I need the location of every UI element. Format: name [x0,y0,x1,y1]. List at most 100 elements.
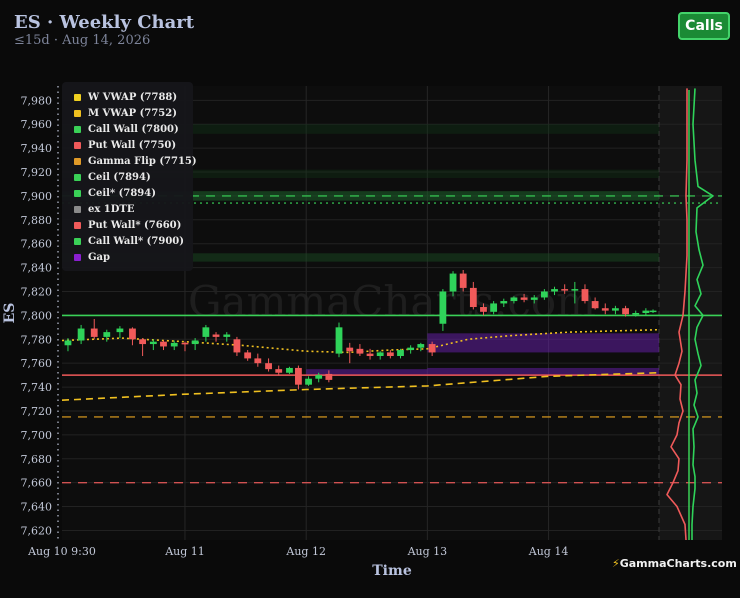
x-tick-label: Aug 12 [285,545,326,558]
y-tick-label: 7,920 [21,166,53,179]
x-tick-label: Aug 11 [164,545,205,558]
legend-label: Call Wall* (7900) [88,235,184,247]
legend-swatch [74,173,81,181]
y-tick-label: 7,760 [21,357,53,370]
legend-label: ex 1DTE [88,203,135,215]
x-axis-label: Time [372,563,412,579]
y-tick-label: 7,960 [21,118,53,131]
candle-body [459,273,467,288]
candle-body [540,291,548,298]
candle-body [139,339,146,345]
profile-background [659,86,722,540]
candle-body [571,289,579,291]
candle-body [356,348,364,354]
candle-body [649,310,657,313]
candle-body [612,308,619,311]
y-tick-label: 7,860 [21,238,53,251]
candle-body [601,308,609,311]
candle-body [366,353,374,357]
candle-body [325,373,333,380]
y-tick-label: 7,660 [21,477,53,490]
candle-body [500,301,508,304]
legend-item[interactable]: Put Wall (7750) [74,138,176,152]
candle-body [581,289,589,302]
legend-label: W VWAP (7788) [88,91,178,103]
candle-body [116,328,124,333]
candle-body [386,352,394,357]
legend-label: Gap [88,251,111,263]
candle-body [449,273,457,292]
candle-body [530,297,538,300]
legend-swatch [74,141,81,149]
y-tick-label: 7,780 [21,333,53,346]
legend-label: Put Wall* (7660) [88,219,182,231]
candle-body [212,334,220,337]
legend-swatch [74,221,81,229]
candle-body [551,289,558,292]
y-tick-label: 7,620 [21,524,53,537]
candle-body [480,307,487,312]
legend-label: Put Wall (7750) [88,139,177,151]
candle-body [286,367,293,373]
legend-item[interactable]: Ceil* (7894) [74,186,156,200]
candle-body [591,301,599,309]
candle-body [265,363,272,370]
candle-body [346,347,354,352]
candle-body [191,340,199,345]
gap-zone [306,369,428,376]
candle-body [202,327,210,337]
y-tick-label: 7,820 [21,285,53,298]
candle-body [642,310,650,313]
legend-item[interactable]: Put Wall* (7660) [74,218,181,232]
candle-body [223,334,231,337]
gap-zone [427,333,659,353]
candle-body [439,291,447,324]
x-tick-label: Aug 14 [528,545,569,558]
brand-logo: ⚡GammaCharts.com [612,557,737,570]
legend-swatch [74,93,81,101]
brand-icon: ⚡ [612,557,620,570]
candle-body [295,367,302,385]
y-tick-label: 7,880 [21,214,53,227]
legend-label: Ceil (7894) [88,171,151,183]
legend-swatch [74,125,81,133]
legend-swatch [74,189,81,197]
candle-body [181,342,189,345]
legend-label: Call Wall (7800) [88,123,179,135]
legend-item[interactable]: Ceil (7894) [74,170,151,184]
candle-body [90,328,98,337]
y-tick-label: 7,700 [21,429,53,442]
y-tick-label: 7,740 [21,381,53,394]
candle-body [490,303,498,312]
candle-body [335,327,343,354]
candle-body [561,289,569,291]
y-tick-label: 7,840 [21,262,53,275]
gap-zone [427,367,659,376]
legend-item[interactable]: Gap [74,250,110,264]
candle-body [64,340,72,346]
candle-body [520,297,528,300]
candle-body [428,344,436,353]
legend-label: M VWAP (7752) [88,107,177,119]
legend-item[interactable]: Gamma Flip (7715) [74,154,197,168]
legend-item[interactable]: ex 1DTE [74,202,135,216]
legend-item[interactable]: M VWAP (7752) [74,106,177,120]
candle-body [376,352,384,357]
legend-item[interactable]: W VWAP (7788) [74,90,177,104]
legend-item[interactable]: Call Wall (7800) [74,122,179,136]
legend-item[interactable]: Call Wall* (7900) [74,234,184,248]
y-tick-label: 7,800 [21,309,53,322]
legend-label: Gamma Flip (7715) [88,155,197,167]
legend-label: Ceil* (7894) [88,187,156,199]
x-tick-label: Aug 10 9:30 [27,545,96,558]
candle-body [77,328,85,341]
candle-body [275,369,283,373]
legend-swatch [74,205,81,213]
legend-swatch [74,237,81,245]
y-axis-label: ES [2,303,18,324]
candle-body [149,341,157,345]
candle-body [397,350,404,357]
candle-body [632,313,640,315]
candle-body [510,297,518,302]
watermark-text: GammaCharts.com [188,277,596,326]
